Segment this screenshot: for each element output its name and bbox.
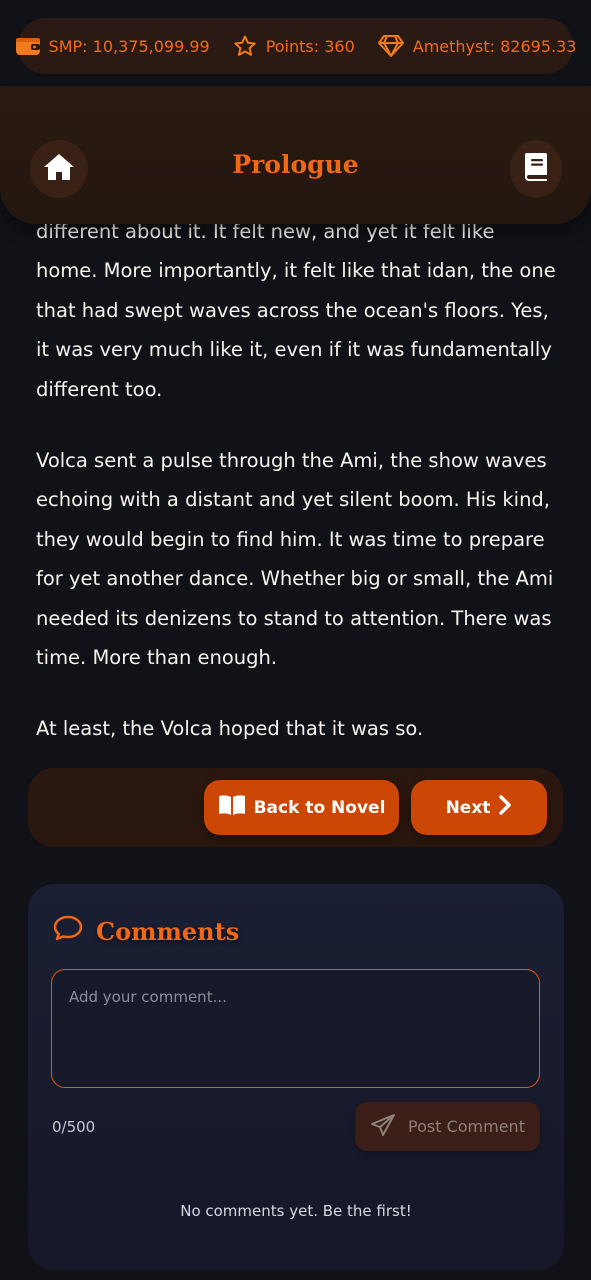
- points-value: Points: 360: [265, 36, 355, 56]
- points-balance: Points: 360: [232, 34, 355, 58]
- currency-bar: SMP: 10,375,099.99 Points: 360 Amethyst:…: [15, 18, 576, 74]
- amethyst-value: Amethyst: 82695.33: [412, 36, 577, 56]
- story-paragraph: Volca sent a pulse through the Ami, the …: [36, 449, 554, 670]
- diamond-icon: [377, 34, 405, 58]
- story-paragraph: different about it. It felt new, and yet…: [36, 220, 556, 401]
- next-chapter-button[interactable]: Next: [411, 780, 547, 835]
- character-counter: 0/500: [52, 1118, 96, 1136]
- chapter-header: Prologue: [0, 86, 591, 224]
- chevron-right-icon: [498, 795, 512, 820]
- amethyst-balance: Amethyst: 82695.33: [377, 34, 577, 58]
- empty-comments-message: No comments yet. Be the first!: [180, 1202, 412, 1220]
- star-icon: [232, 34, 258, 58]
- next-label: Next: [445, 797, 491, 818]
- chat-bubble-icon: [52, 914, 84, 948]
- post-comment-label: Post Comment: [408, 1117, 525, 1136]
- chapter-navigation: Back to Novel Next: [28, 768, 563, 847]
- comments-section: Comments 0/500 Post Comment No comments …: [28, 884, 564, 1270]
- story-paragraph: At least, the Volca hoped that it was so…: [36, 717, 424, 741]
- comments-heading: Comments: [52, 914, 239, 948]
- comments-title: Comments: [96, 916, 240, 946]
- back-to-novel-button[interactable]: Back to Novel: [204, 780, 399, 835]
- chapters-button[interactable]: [510, 140, 562, 198]
- smp-value: SMP: 10,375,099.99: [48, 36, 210, 56]
- back-to-novel-label: Back to Novel: [253, 797, 386, 818]
- wallet-icon: [15, 35, 41, 57]
- send-icon: [370, 1113, 396, 1141]
- post-comment-button[interactable]: Post Comment: [355, 1102, 540, 1151]
- open-book-icon: [218, 794, 246, 821]
- page-title: Prologue: [232, 150, 359, 179]
- comment-input[interactable]: [51, 969, 540, 1088]
- chapter-text: different about it. It felt new, and yet…: [36, 212, 561, 781]
- book-icon: [523, 152, 549, 186]
- smp-balance: SMP: 10,375,099.99: [15, 35, 210, 57]
